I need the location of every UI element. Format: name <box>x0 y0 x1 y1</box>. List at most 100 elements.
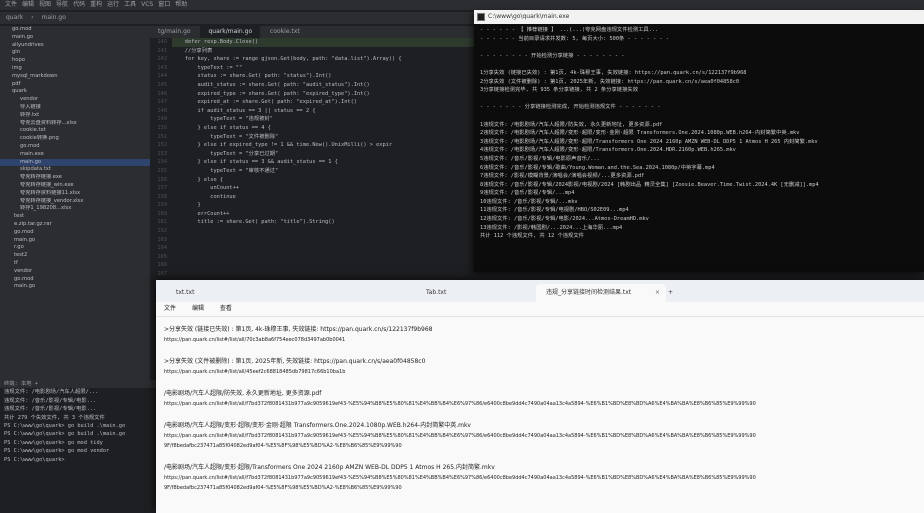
tree-item[interactable]: img <box>0 65 150 73</box>
menu-item[interactable]: 文件 <box>5 1 17 8</box>
console-line: 6违规文件: /音乐/影视/专辑/歌曲/Young.Woman.and.the.… <box>480 164 715 171</box>
terminal-panel[interactable]: 终端: 本地 + 违规文件: /电影剧场/汽车人超限/... 违规文件: /音乐/… <box>0 380 160 513</box>
code-line: } <box>172 202 201 209</box>
code-line: defer resp.Body.Close() <box>172 38 482 47</box>
tree-item[interactable]: 夸克转存资料链接11.xlsx <box>0 190 150 198</box>
menu-file[interactable]: 文件 <box>164 305 176 312</box>
console-line: 1分享失效 (链接已失效) : 第1页, 4k-珠穆王事, 失效链接: http… <box>480 69 747 76</box>
terminal-header: 终端: 本地 + <box>0 380 160 389</box>
code-editor[interactable]: defer resp.Body.Close() //分享列表 for key, … <box>172 38 482 308</box>
tree-item[interactable]: tf <box>0 260 150 268</box>
line-number: 146 <box>157 90 167 97</box>
tree-item[interactable]: 夸克转存链接_vendor.xlsx <box>0 198 150 206</box>
tree-item[interactable]: test <box>0 213 150 221</box>
tree-item[interactable]: vendor <box>0 96 150 104</box>
menu-edit[interactable]: 编辑 <box>192 305 204 312</box>
notepad-menubar: 文件 编辑 查看 <box>156 302 924 317</box>
menu-item[interactable]: VCS <box>141 1 153 8</box>
menu-view[interactable]: 查看 <box>220 305 232 312</box>
code-line: unCount++ <box>172 185 239 192</box>
tree-item[interactable]: cookie.txt <box>0 127 150 135</box>
code-line: audit_status := share.Get( path: "audit_… <box>172 81 370 88</box>
tree-item[interactable]: test2 <box>0 252 150 260</box>
line-number: 148 <box>157 107 167 114</box>
tree-item[interactable]: go.mod <box>0 229 150 237</box>
line-number: 151 <box>157 133 167 140</box>
tree-item[interactable]: e.zip.tar.gz.rar <box>0 221 150 229</box>
console-line: 1违规文件: /电影剧场/汽车人超限/防失效, 永久更新地址, 更多资源.pdf <box>480 121 663 128</box>
notepad-tab[interactable]: txt.txt <box>166 284 296 302</box>
notepad-tab[interactable]: Tab.txt <box>416 284 536 302</box>
editor-tab[interactable]: tg/main.go <box>150 26 199 38</box>
menu-item[interactable]: 编辑 <box>22 1 34 8</box>
line-number: 149 <box>157 116 167 123</box>
tree-item[interactable]: 转存.txt <box>0 112 150 120</box>
tree-item[interactable]: main.go <box>0 34 150 42</box>
tree-item[interactable]: r.go <box>0 244 150 252</box>
menu-item[interactable]: 窗口 <box>158 1 170 8</box>
line-number: 141 <box>157 47 167 54</box>
menu-item[interactable]: 代码 <box>73 1 85 8</box>
console-line: 3违规文件: /电影剧场/汽车人超限/变形·超限/Transformers On… <box>480 138 818 145</box>
tree-item[interactable]: main.exe <box>0 151 150 159</box>
tree-item[interactable]: go.mod <box>0 26 150 34</box>
tree-item[interactable]: 夸克转存链接.exe <box>0 174 150 182</box>
code-line: title := share.Get( path: "title").Strin… <box>172 219 335 226</box>
tree-item[interactable]: go.mod <box>0 143 150 151</box>
console-line: 8违规文件: /音乐/影视/专辑/2024影视/电视剧/2024 [韩剧出品 精… <box>480 181 819 188</box>
line-number: 156 <box>157 176 167 183</box>
notepad-tab-active[interactable]: 违规_分享链接时间检测结果.txt × <box>536 284 666 302</box>
code-line: if audit_status == 3 || status == 2 { <box>172 107 316 114</box>
menu-item[interactable]: 重构 <box>90 1 102 8</box>
menu-item[interactable]: 运行 <box>107 1 119 8</box>
code-line: for key, share := range gjson.Get(body, … <box>172 56 402 63</box>
console-output: - - - - - - 【 推荐链接 】 ...(...)夸克网盘违规文件检测工… <box>474 24 924 243</box>
tree-item[interactable]: mysql_markdown <box>0 73 150 81</box>
breadcrumb-item[interactable]: quark <box>6 14 23 21</box>
tree-item[interactable]: hopo <box>0 57 150 65</box>
tree-item[interactable]: quark <box>0 88 150 96</box>
tree-item[interactable]: main.go <box>0 237 150 245</box>
close-tab-icon[interactable]: × <box>655 284 660 302</box>
menu-item[interactable]: 帮助 <box>175 1 187 8</box>
tree-item[interactable]: 转存1_198208...xlsx <box>0 205 150 213</box>
notepad-tab-label: txt.txt <box>176 289 195 296</box>
terminal-line: 违规文件: /电影剧场/汽车人超限/... <box>4 389 99 396</box>
breadcrumb-item[interactable]: main.go <box>41 14 65 21</box>
console-line: 13违规文件: /影视/韩国剧/...2024...上海华丽...mp4 <box>480 224 623 231</box>
editor-tabs: tg/main.go quark/main.go cookie.txt <box>150 26 480 38</box>
tree-item[interactable]: 夸克云盘资料转存...xlsx <box>0 120 150 128</box>
tree-item[interactable]: vendor <box>0 268 150 276</box>
tree-item[interactable]: go.mod <box>0 276 150 284</box>
tree-item[interactable]: 夸克转存链接_win.exe <box>0 182 150 190</box>
link-line: 9F/f8bedafbc237471a85f04082ed9af04-%E5%8… <box>164 443 402 449</box>
tree-item[interactable]: gin <box>0 49 150 57</box>
tree-item[interactable]: main.go <box>0 283 150 291</box>
console-titlebar[interactable]: C:\www\go\quark\main.exe <box>474 10 924 24</box>
line-number: 140 <box>157 39 167 45</box>
console-title: C:\www\go\quark\main.exe <box>488 13 570 20</box>
text-line: /电影剧场/汽车人超限/变形·超限/Transformers One 2024 … <box>164 464 495 471</box>
menu-item[interactable]: 视图 <box>39 1 51 8</box>
tree-item[interactable]: 导入链接 <box>0 104 150 112</box>
line-number: 159 <box>157 202 167 209</box>
link-line: https://pan.quark.cn/list#/list/all/f7bd… <box>164 401 756 407</box>
tree-item[interactable]: pdf <box>0 81 150 89</box>
editor-tab-active[interactable]: quark/main.go <box>200 26 261 38</box>
notepad-tabbar: txt.txt Tab.txt 违规_分享链接时间检测结果.txt × + <box>156 280 924 302</box>
notepad-text[interactable]: >分享失效 (链接已失效) : 第1页, 4k-珠穆王事, 失效链接: http… <box>156 317 924 513</box>
editor-tab[interactable]: cookie.txt <box>262 26 308 38</box>
tree-item[interactable]: aliyundrives <box>0 42 150 50</box>
console-line: - - - - - - 【 推荐链接 】 ...(...)夸克网盘违规文件检测工… <box>480 27 659 33</box>
code-line: } else if expired_type != 1 && time.Now(… <box>172 142 393 149</box>
new-tab-button[interactable]: + <box>666 284 682 302</box>
menu-item[interactable]: 工具 <box>124 1 136 8</box>
menu-item[interactable]: 导航 <box>56 1 68 8</box>
tree-item[interactable]: skipdata.txt <box>0 166 150 174</box>
text-line: >分享失效 (文件被删除) : 第1页, 2025年新, 失效链接: https… <box>164 358 426 365</box>
tree-item[interactable]: cookie转换.png <box>0 135 150 143</box>
console-line: 3分享链接检测完毕, 共 935 条分享链接, 共 2 条分享链接失效 <box>480 87 638 94</box>
tree-item[interactable]: main.go <box>0 158 150 167</box>
